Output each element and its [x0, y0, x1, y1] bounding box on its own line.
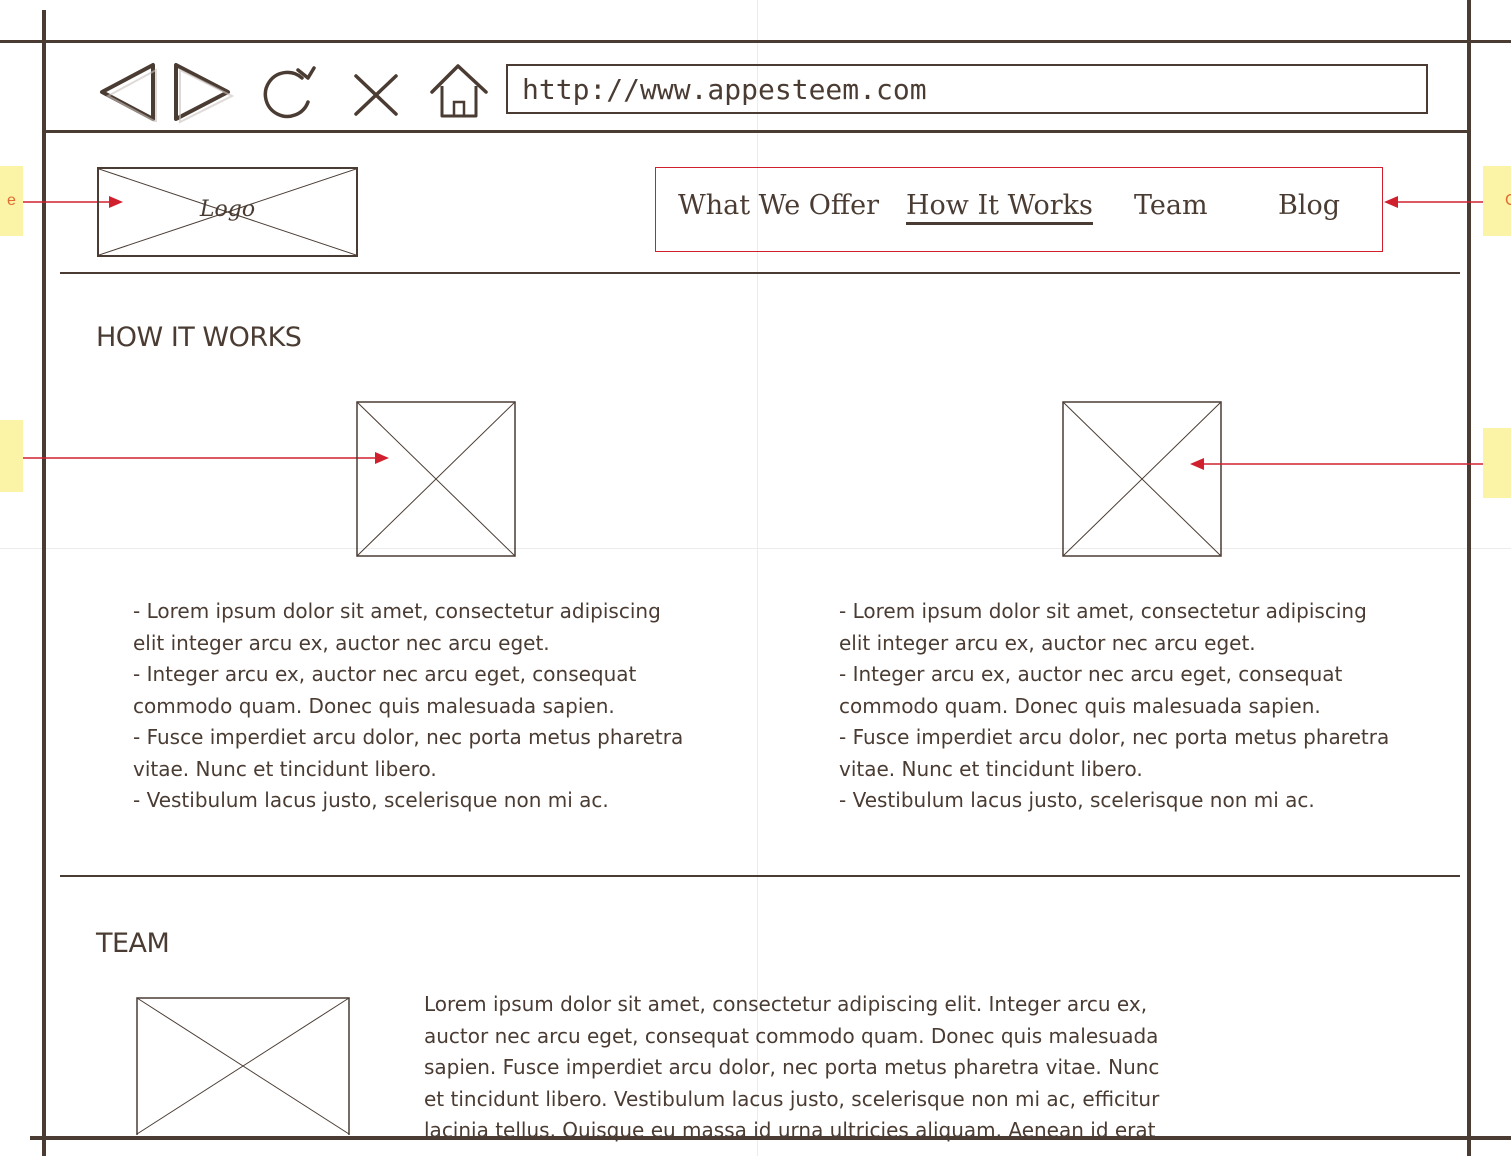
team-title: TEAM [96, 928, 170, 959]
text-line: - Lorem ipsum dolor sit amet, consectetu… [133, 599, 661, 623]
back-arrow-icon[interactable] [98, 62, 158, 126]
nav-item-what-we-offer[interactable]: What We Offer [678, 190, 879, 221]
logo-label: Logo [199, 197, 256, 222]
text-line: commodo quam. Donec quis malesuada sapie… [133, 693, 615, 718]
annotation-note-image-right [1483, 428, 1511, 498]
annotation-note-image-left [0, 420, 23, 492]
toolbar-divider [42, 130, 1471, 133]
section-divider [60, 875, 1460, 877]
how-it-works-image-right [1062, 401, 1222, 561]
text-line: lacinia tellus. Quisque eu massa id urna… [424, 1118, 1156, 1142]
nav-item-team[interactable]: Team [1134, 190, 1208, 221]
browser-frame-top [0, 40, 1511, 43]
reload-icon[interactable] [258, 64, 320, 124]
team-image [136, 997, 350, 1149]
how-it-works-right-text: - Lorem ipsum dolor sit amet, consectetu… [839, 596, 1389, 817]
text-line: et tincidunt libero. Vestibulum lacus ju… [424, 1086, 1160, 1111]
text-line: - Integer arcu ex, auctor nec arcu eget,… [133, 662, 637, 686]
how-it-works-image-left [356, 401, 516, 561]
text-line: vitae. Nunc et tincidunt libero. [133, 756, 437, 781]
text-line: - Fusce imperdiet arcu dolor, nec porta … [839, 725, 1390, 749]
text-line: - Fusce imperdiet arcu dolor, nec porta … [133, 725, 684, 749]
text-line: - Vestibulum lacus justo, scelerisque no… [133, 788, 609, 812]
close-icon[interactable] [352, 72, 400, 122]
team-text: Lorem ipsum dolor sit amet, consectetur … [424, 989, 1159, 1147]
home-icon[interactable] [428, 62, 490, 124]
how-it-works-title: HOW IT WORKS [96, 322, 302, 353]
annotation-note-nav: C [1483, 166, 1511, 236]
text-line: elit integer arcu ex, auctor nec arcu eg… [133, 630, 550, 655]
how-it-works-left-text: - Lorem ipsum dolor sit amet, consectetu… [133, 596, 683, 817]
annotation-note-text: e [7, 192, 16, 209]
nav-item-how-it-works[interactable]: How It Works [906, 190, 1093, 225]
forward-arrow-icon[interactable] [172, 62, 235, 128]
nav-item-blog[interactable]: Blog [1278, 190, 1340, 221]
paper-fold-horizontal [0, 548, 1511, 549]
annotation-arrow-image-left [23, 448, 389, 472]
address-bar[interactable]: http://www.appesteem.com [506, 64, 1428, 114]
text-line: Lorem ipsum dolor sit amet, consectetur … [424, 992, 1148, 1016]
main-nav: What We Offer How It Works Team Blog [655, 167, 1383, 252]
annotation-arrow-image-right [1190, 454, 1484, 478]
header-divider [60, 272, 1460, 274]
browser-frame-left [42, 10, 46, 1156]
text-line: vitae. Nunc et tincidunt libero. [839, 756, 1143, 781]
annotation-arrow-nav [1384, 192, 1484, 216]
annotation-note-logo: e [0, 166, 23, 236]
browser-frame-right [1467, 0, 1471, 1156]
annotation-note-text: C [1505, 192, 1511, 209]
logo-placeholder[interactable]: Logo [97, 167, 358, 257]
text-line: - Lorem ipsum dolor sit amet, consectetu… [839, 599, 1367, 623]
url-text: http://www.appesteem.com [522, 72, 927, 106]
text-line: commodo quam. Donec quis malesuada sapie… [839, 693, 1321, 718]
text-line: sapien. Fusce imperdiet arcu dolor, nec … [424, 1055, 1160, 1079]
text-line: - Vestibulum lacus justo, scelerisque no… [839, 788, 1315, 812]
text-line: auctor nec arcu eget, consequat commodo … [424, 1023, 1159, 1048]
text-line: - Integer arcu ex, auctor nec arcu eget,… [839, 662, 1343, 686]
text-line: elit integer arcu ex, auctor nec arcu eg… [839, 630, 1256, 655]
